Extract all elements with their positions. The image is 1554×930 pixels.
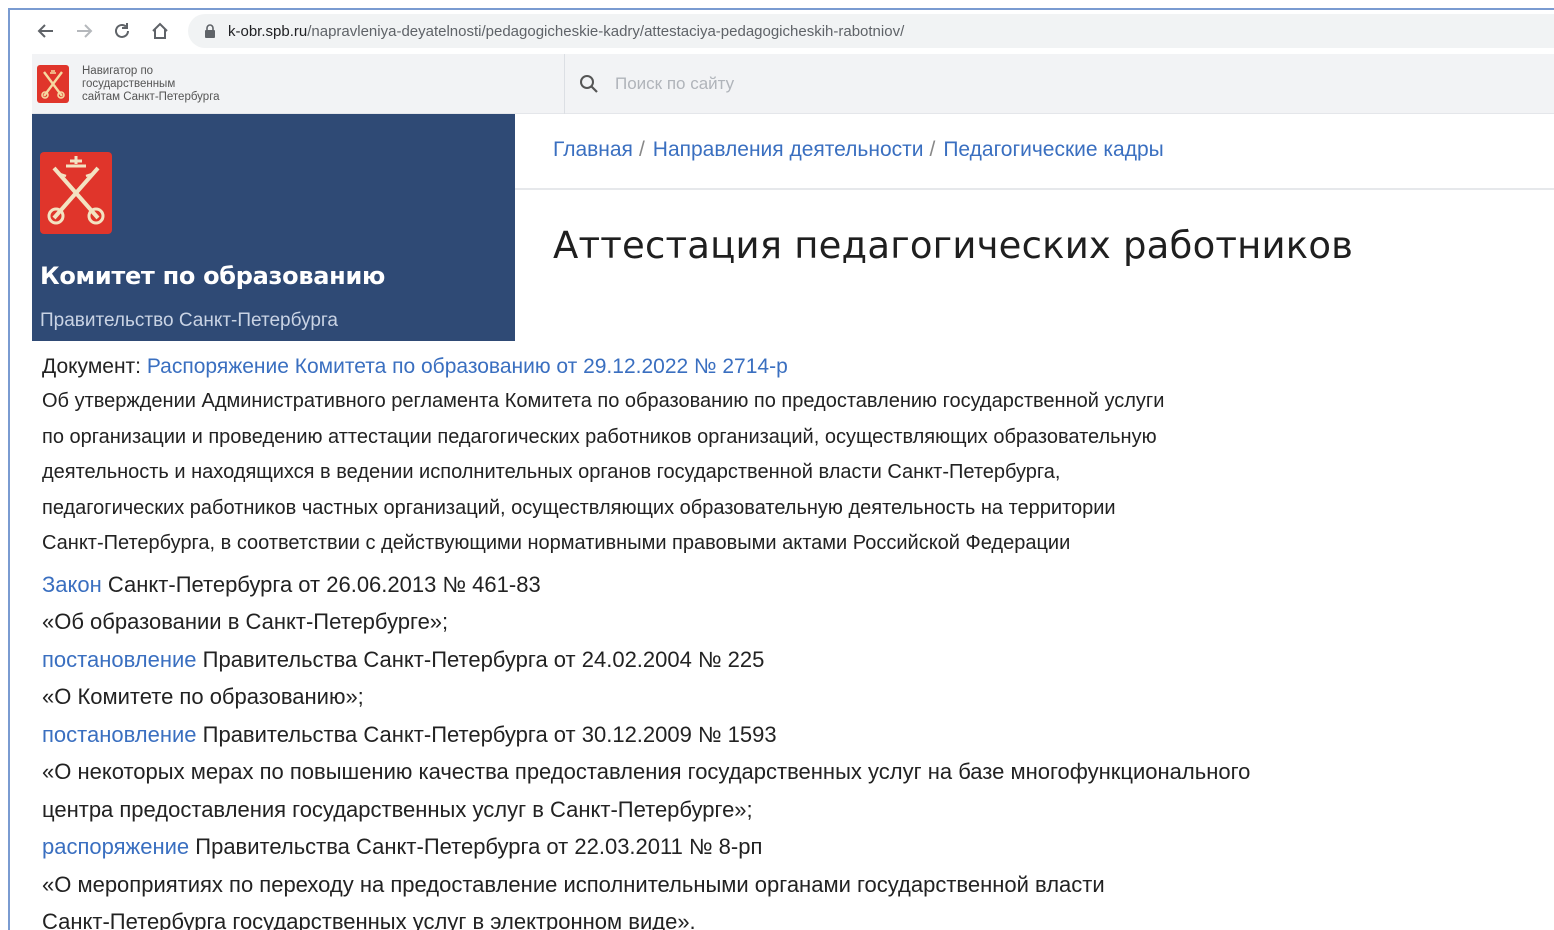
description-line: деятельность и находящихся в ведении исп… [42,461,1061,483]
act-link-order[interactable]: распоряжение [42,834,189,859]
act-link-resolution[interactable]: постановление [42,647,197,672]
document-line: Документ: Распоряжение Комитета по образ… [42,352,1362,382]
breadcrumb: Главная / Направления деятельности / Пед… [553,138,1164,162]
act-text: Правительства Санкт-Петербурга от 30.12.… [196,721,777,747]
reload-icon[interactable] [110,19,134,43]
act-text: «Об образовании в Санкт-Петербурге»; [42,609,449,634]
portal-text-line: Навигатор по [82,64,154,77]
act-line: «О мероприятиях по переходу на предостав… [42,866,1362,904]
portal-text-line: сайтам Санкт-Петербурга [82,90,220,103]
description-line: Об утверждении Административного регламе… [42,390,1165,412]
portal-navigator-bar: Навигатор по государственным сайтам Санк… [32,54,1554,114]
act-line: Закон Санкт-Петербурга от 26.06.2013 № 4… [42,566,1362,604]
breadcrumb-separator: / [929,138,936,161]
browser-window: k-obr.spb.ru/napravleniya-deyatelnosti/p… [8,8,1554,930]
page-title: Аттестация педагогических работников [553,224,1354,267]
breadcrumb-separator: / [638,138,645,161]
act-text: Санкт-Петербурга от 26.06.2013 № 461-83 [101,571,541,597]
address-bar[interactable]: k-obr.spb.ru/napravleniya-deyatelnosti/p… [188,14,1554,48]
act-line: центра предоставления государственных ус… [42,791,1362,829]
lock-icon[interactable] [204,24,216,38]
act-line: «О некоторых мерах по повышению качества… [42,753,1362,791]
forward-arrow-icon[interactable] [72,19,96,43]
document-description: Об утверждении Административного регламе… [42,384,1362,562]
portal-text-line: государственным [82,77,176,90]
spb-emblem-icon [37,65,69,103]
back-arrow-icon[interactable] [34,19,58,43]
committee-name: Комитет по образованию [40,262,385,290]
act-line: «О Комитете по образованию»; [42,678,1362,716]
act-link-resolution[interactable]: постановление [42,722,197,747]
page-content: Документ: Распоряжение Комитета по образ… [42,352,1362,930]
act-line: постановление Правительства Санкт-Петерб… [42,716,1362,754]
act-line: распоряжение Правительства Санкт-Петербу… [42,828,1362,866]
act-link-law[interactable]: Закон [42,572,102,597]
breadcrumb-divider [515,188,1554,190]
act-text: центра предоставления государственных ус… [42,796,753,822]
act-text: «О некоторых мерах по повышению качества… [42,759,1251,784]
act-line: «Об образовании в Санкт-Петербурге»; [42,603,1362,641]
home-icon[interactable] [148,19,172,43]
breadcrumb-directions[interactable]: Направления деятельности [653,138,924,162]
description-line: педагогических работников частных органи… [42,496,1116,519]
act-text: «О Комитете по образованию»; [42,684,364,709]
committee-header-block[interactable]: Комитет по образованию Правительство Сан… [32,114,515,341]
document-label: Документ: [42,355,141,378]
act-text: Правительства Санкт-Петербурга от 22.03.… [189,834,763,859]
portal-navigator-link[interactable]: Навигатор по государственным сайтам Санк… [32,54,565,114]
act-line: постановление Правительства Санкт-Петерб… [42,641,1362,679]
breadcrumb-pedagogical-staff[interactable]: Педагогические кадры [943,138,1163,162]
act-text: Правительства Санкт-Петербурга от 24.02.… [196,646,765,672]
url-path: /napravleniya-deyatelnosti/pedagogichesk… [307,22,905,40]
legal-acts-list: Закон Санкт-Петербурга от 26.06.2013 № 4… [42,566,1362,930]
act-text: Санкт-Петербурга государственных услуг в… [42,909,696,930]
search-input[interactable] [613,72,1213,95]
url-domain: k-obr.spb.ru [228,22,308,40]
act-line: Санкт-Петербурга государственных услуг в… [42,903,1362,930]
portal-navigator-text: Навигатор по государственным сайтам Санк… [82,65,220,104]
committee-government: Правительство Санкт-Петербурга [40,310,338,331]
breadcrumb-home[interactable]: Главная [553,138,633,162]
search-icon[interactable] [579,74,599,94]
document-link[interactable]: Распоряжение Комитета по образованию от … [147,355,788,378]
description-line: по организации и проведению аттестации п… [42,425,1157,448]
act-text: «О мероприятиях по переходу на предостав… [42,871,1105,897]
browser-toolbar: k-obr.spb.ru/napravleniya-deyatelnosti/p… [10,10,1554,52]
site-search [565,54,1554,113]
spb-emblem-icon [40,152,112,234]
description-line: Санкт-Петербурга, в соответствии с дейст… [42,532,1071,554]
